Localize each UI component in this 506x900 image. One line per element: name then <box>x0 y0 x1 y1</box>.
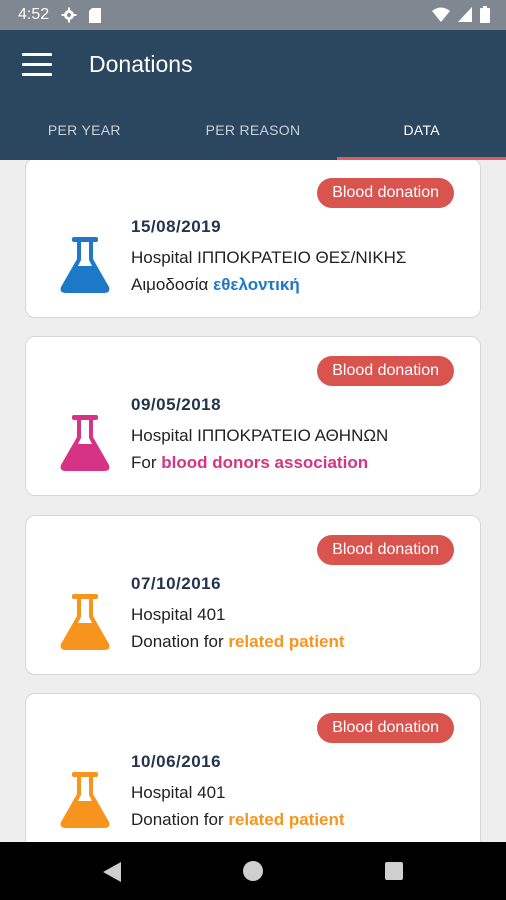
sd-card-icon <box>89 7 102 23</box>
donation-reason: Αιμοδοσία εθελοντική <box>131 275 300 295</box>
flask-icon <box>60 415 110 471</box>
wifi-icon <box>432 7 450 27</box>
donation-card[interactable]: Blood donation 15/08/2019 Hospital ΙΠΠΟΚ… <box>25 160 481 318</box>
donation-date: 09/05/2018 <box>131 395 222 414</box>
donation-card[interactable]: Blood donation 10/06/2016 Hospital 401 D… <box>25 693 481 842</box>
donation-list[interactable]: Blood donation 15/08/2019 Hospital ΙΠΠΟΚ… <box>0 160 506 842</box>
cellular-signal-icon <box>458 7 472 27</box>
donation-hospital: Hospital 401 <box>131 783 226 802</box>
donation-reason: Donation for related patient <box>131 810 345 830</box>
reason-highlight: blood donors association <box>161 453 369 472</box>
donation-reason: For blood donors association <box>131 453 368 473</box>
reason-highlight: related patient <box>228 810 345 829</box>
donation-hospital: Hospital ΙΠΠΟΚΡΑΤΕΙΟ ΑΘΗΝΩΝ <box>131 426 389 445</box>
donation-type-badge: Blood donation <box>317 178 454 208</box>
reason-prefix: Αιμοδοσία <box>131 275 209 294</box>
flask-icon <box>60 237 110 293</box>
system-nav-bar <box>0 842 506 900</box>
flask-icon <box>60 772 110 828</box>
reason-prefix: Donation for <box>131 810 224 829</box>
page-title: Donations <box>89 51 193 77</box>
tab-data[interactable]: DATA <box>337 100 506 160</box>
donation-card[interactable]: Blood donation 09/05/2018 Hospital ΙΠΠΟΚ… <box>25 336 481 496</box>
settings-gear-icon <box>61 7 77 23</box>
status-bar: 4:52 <box>0 0 506 30</box>
donation-reason: Donation for related patient <box>131 632 345 652</box>
donation-hospital: Hospital ΙΠΠΟΚΡΑΤΕΙΟ ΘΕΣ/ΝΙΚΗΣ <box>131 248 407 267</box>
tab-per-reason[interactable]: PER REASON <box>169 100 338 160</box>
reason-prefix: For <box>131 453 157 472</box>
hamburger-menu-icon[interactable] <box>22 53 52 77</box>
back-triangle-icon[interactable] <box>103 862 121 882</box>
reason-highlight: related patient <box>228 632 345 651</box>
donation-type-badge: Blood donation <box>317 535 454 565</box>
reason-highlight: εθελοντική <box>213 275 300 294</box>
donation-date: 07/10/2016 <box>131 574 222 593</box>
donation-date: 10/06/2016 <box>131 752 222 771</box>
recents-square-icon[interactable] <box>385 862 403 880</box>
home-circle-icon[interactable] <box>243 861 263 881</box>
battery-icon <box>480 6 490 28</box>
status-time: 4:52 <box>18 6 50 23</box>
donation-card[interactable]: Blood donation 07/10/2016 Hospital 401 D… <box>25 515 481 675</box>
tab-bar: PER YEAR PER REASON DATA <box>0 100 506 160</box>
flask-icon <box>60 594 110 650</box>
donation-date: 15/08/2019 <box>131 217 222 236</box>
reason-prefix: Donation for <box>131 632 224 651</box>
app-bar: Donations <box>0 30 506 100</box>
donation-type-badge: Blood donation <box>317 356 454 386</box>
tab-per-year[interactable]: PER YEAR <box>0 100 169 160</box>
donation-type-badge: Blood donation <box>317 713 454 743</box>
donation-hospital: Hospital 401 <box>131 605 226 624</box>
